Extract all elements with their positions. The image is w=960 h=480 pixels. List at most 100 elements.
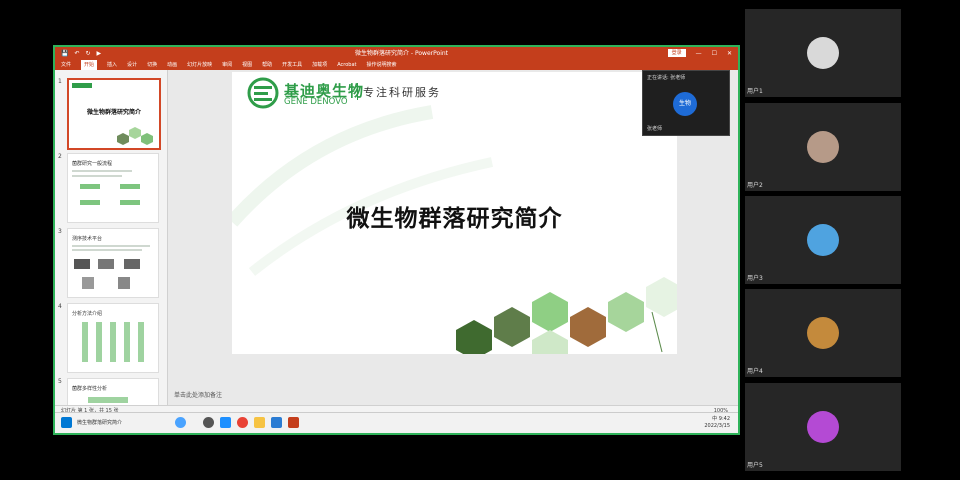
thumbnail-flow-box <box>80 184 100 189</box>
thumbnail-column <box>110 322 116 362</box>
tab-home[interactable]: 开始 <box>81 60 98 70</box>
redo-icon[interactable]: ↻ <box>86 47 91 60</box>
participant-tile-2[interactable]: 用户2 <box>745 103 901 191</box>
tab-file[interactable]: 文件 <box>61 60 71 70</box>
slide-editor[interactable]: 基迪奥生物 GENE DENOVO 专注科研服务 微生物群落研究简介 单击此处添… <box>168 70 738 405</box>
thumb-number: 3 <box>58 228 62 235</box>
start-slideshow-icon[interactable]: ▶ <box>97 47 102 60</box>
minimize-button[interactable]: — <box>696 47 702 60</box>
thumbnail-text-line <box>72 175 122 177</box>
windows-start-icon[interactable] <box>61 417 72 428</box>
powerpoint-icon[interactable] <box>288 417 299 428</box>
tab-slideshow[interactable]: 幻灯片放映 <box>187 60 212 70</box>
edge-browser-icon[interactable] <box>220 417 231 428</box>
thumbnail-column <box>96 322 102 362</box>
tab-design[interactable]: 设计 <box>127 60 137 70</box>
slide-thumbnail-5[interactable]: 菌群多样性分析 <box>67 378 159 405</box>
thumbnail-text-line <box>72 245 150 247</box>
meeting-app-icon[interactable] <box>271 417 282 428</box>
undo-icon[interactable]: ↶ <box>74 47 79 60</box>
participant-name: 用户5 <box>747 462 763 469</box>
presenter-avatar: 生物 <box>673 92 697 116</box>
brand-tagline: 专注科研服务 <box>363 86 441 99</box>
shared-screen: 💾 ↶ ↻ ▶ 微生物群落研究简介 - PowerPoint 登录 — ☐ ✕ … <box>53 45 740 435</box>
slide-thumbnail-4[interactable]: 分析方法介绍 <box>67 303 159 373</box>
brand-name-en: GENE DENOVO <box>284 97 348 107</box>
current-slide[interactable]: 基迪奥生物 GENE DENOVO 专注科研服务 微生物群落研究简介 <box>232 72 677 354</box>
brand-divider <box>357 83 358 100</box>
tab-developer[interactable]: 开发工具 <box>282 60 302 70</box>
thumbnail-image <box>82 277 94 289</box>
slide-thumbnail-1[interactable]: 微生物群落研究简介 <box>67 78 161 150</box>
thumb-number: 4 <box>58 303 62 310</box>
window-controls: 登录 — ☐ ✕ <box>667 47 732 60</box>
participant-avatar <box>807 224 839 256</box>
thumbnail-text-line <box>72 170 132 172</box>
thumbnail-title: 菌群多样性分析 <box>72 386 108 392</box>
title-bar: 💾 ↶ ↻ ▶ 微生物群落研究简介 - PowerPoint 登录 — ☐ ✕ <box>55 47 738 60</box>
thumbnail-title: 分析方法介绍 <box>72 311 103 317</box>
participant-tile-3[interactable]: 用户3 <box>745 196 901 284</box>
participant-name: 用户4 <box>747 368 763 375</box>
chrome-browser-icon[interactable] <box>237 417 248 428</box>
sign-in-button[interactable]: 登录 <box>667 49 686 57</box>
thumbnail-flow-box <box>120 184 140 189</box>
tab-acrobat[interactable]: Acrobat <box>337 60 356 70</box>
tell-me-search[interactable]: 操作说明搜索 <box>366 60 396 70</box>
search-icon[interactable] <box>203 417 214 428</box>
speaker-notes-placeholder[interactable]: 单击此处添加备注 <box>174 390 222 399</box>
thumbnail-title: 菌群研究一般流程 <box>72 161 113 167</box>
windows-taskbar: 微生物群落研究简介 中 9:42 2022/3/15 <box>55 412 738 433</box>
svg-text:微生物群落研究简介: 微生物群落研究简介 <box>86 108 142 116</box>
participant-tile-1[interactable]: 用户1 <box>745 9 901 97</box>
thumb-number: 1 <box>58 78 62 85</box>
thumb-number: 5 <box>58 378 62 385</box>
quick-access-toolbar: 💾 ↶ ↻ ▶ <box>61 47 101 60</box>
window-title: 微生物群落研究简介 - PowerPoint <box>355 50 449 57</box>
slide-thumbnail-pane[interactable]: 1 微生物群落研究简介 2 菌群研究一般流程 3 测序技术平台 4 分析方法介绍… <box>55 70 168 405</box>
participant-avatar <box>807 411 839 443</box>
thumbnail-flow-box <box>80 200 100 205</box>
close-button[interactable]: ✕ <box>727 47 732 60</box>
participant-name: 用户2 <box>747 182 763 189</box>
thumbnail-text-line <box>72 249 142 251</box>
presenter-video-tile[interactable]: 正在讲话: 张老师 生物 张老师 <box>642 70 730 136</box>
slide-title[interactable]: 微生物群落研究简介 <box>232 199 677 233</box>
participant-tile-5[interactable]: 用户5 <box>745 383 901 471</box>
thumbnail-preview: 微生物群落研究简介 <box>72 83 153 145</box>
taskbar-app-label[interactable]: 微生物群落研究简介 <box>77 419 122 426</box>
thumbnail-column <box>138 322 144 362</box>
clock-time: 9:42 <box>718 416 730 422</box>
thumbnail-flow-box <box>88 397 128 403</box>
thumbnail-image <box>118 277 130 289</box>
input-method-indicator[interactable]: 中 <box>712 416 717 422</box>
save-icon[interactable]: 💾 <box>61 47 68 60</box>
company-logo-icon <box>247 77 279 109</box>
tab-addins[interactable]: 加载项 <box>312 60 327 70</box>
participant-name: 用户3 <box>747 275 763 282</box>
participant-name: 用户1 <box>747 88 763 95</box>
maximize-button[interactable]: ☐ <box>712 47 717 60</box>
participant-avatar <box>807 37 839 69</box>
tab-help[interactable]: 帮助 <box>262 60 272 70</box>
thumbnail-image <box>124 259 140 269</box>
thumbnail-column <box>124 322 130 362</box>
clock-date: 2022/3/15 <box>704 423 730 429</box>
ribbon-tabs: 文件 开始 插入 设计 切换 动画 幻灯片放映 审阅 视图 帮助 开发工具 加载… <box>55 60 738 70</box>
tab-animations[interactable]: 动画 <box>167 60 177 70</box>
tab-review[interactable]: 审阅 <box>222 60 232 70</box>
file-explorer-icon[interactable] <box>254 417 265 428</box>
presenter-name: 张老师 <box>647 126 663 132</box>
tab-view[interactable]: 视图 <box>242 60 252 70</box>
system-tray: 中 9:42 2022/3/15 <box>704 416 730 430</box>
tab-insert[interactable]: 插入 <box>107 60 117 70</box>
weather-icon[interactable] <box>175 417 186 428</box>
tab-transitions[interactable]: 切换 <box>147 60 157 70</box>
slide-thumbnail-3[interactable]: 测序技术平台 <box>67 228 159 298</box>
participant-tile-4[interactable]: 用户4 <box>745 289 901 377</box>
participant-avatar <box>807 131 839 163</box>
thumbnail-image <box>74 259 90 269</box>
thumbnail-image <box>98 259 114 269</box>
slide-thumbnail-2[interactable]: 菌群研究一般流程 <box>67 153 159 223</box>
thumbnail-column <box>82 322 88 362</box>
